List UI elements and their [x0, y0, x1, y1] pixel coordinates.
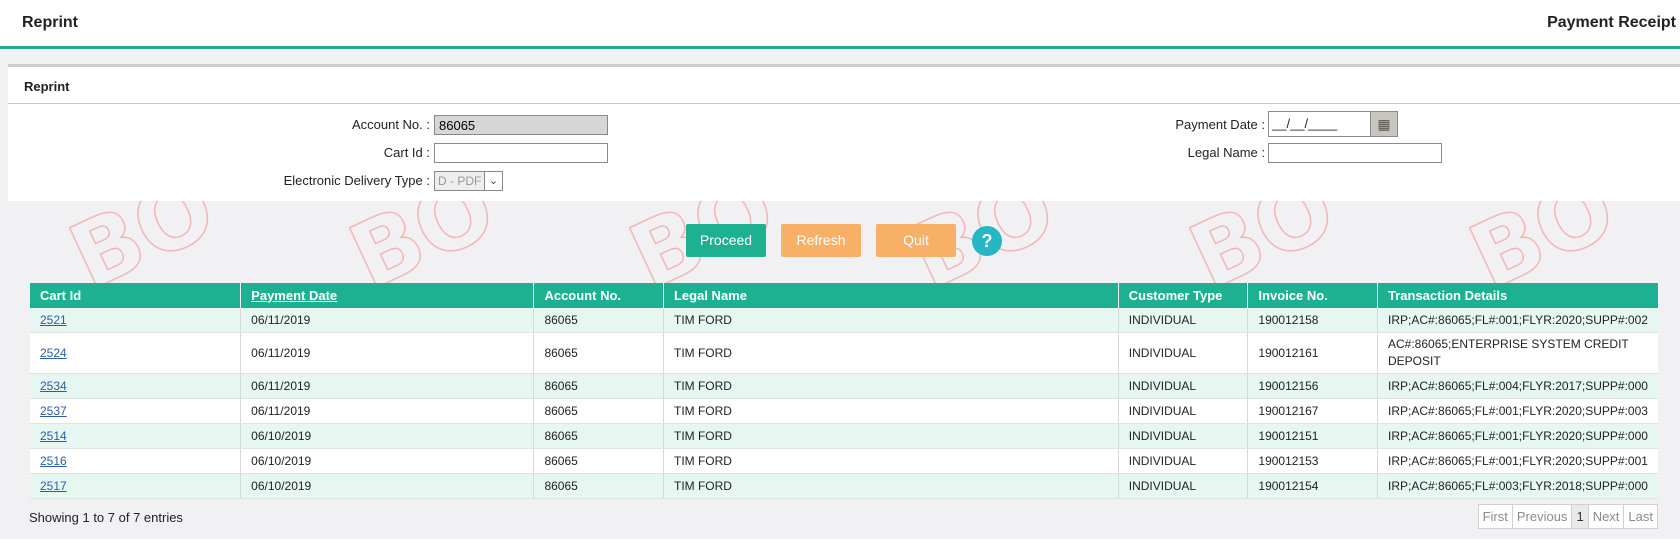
table-row: 2521 06/11/2019 86065 TIM FORD INDIVIDUA…	[30, 308, 1658, 333]
cell-customer-type: INDIVIDUAL	[1118, 373, 1249, 399]
cell-customer-type: INDIVIDUAL	[1118, 332, 1249, 374]
cell-invoice-no: 190012153	[1247, 448, 1378, 474]
calendar-icon[interactable]: ▦	[1370, 112, 1397, 136]
cell-account-no: 86065	[533, 308, 664, 333]
table-row: 2537 06/11/2019 86065 TIM FORD INDIVIDUA…	[30, 398, 1658, 424]
cell-transaction-details: IRP;AC#:86065;FL#:001;FLYR:2020;SUPP#:00…	[1377, 448, 1658, 474]
pagination: First Previous 1 Next Last	[1477, 504, 1658, 529]
cell-legal-name: TIM FORD	[663, 398, 1119, 424]
table-row: 2524 06/11/2019 86065 TIM FORD INDIVIDUA…	[30, 332, 1658, 374]
cell-customer-type: INDIVIDUAL	[1118, 448, 1249, 474]
cell-customer-type: INDIVIDUAL	[1118, 308, 1249, 333]
cell-account-no: 86065	[533, 448, 664, 474]
cell-transaction-details: IRP;AC#:86065;FL#:001;FLYR:2020;SUPP#:00…	[1377, 398, 1658, 424]
cell-payment-date: 06/11/2019	[240, 332, 535, 374]
panel-divider	[8, 103, 1680, 104]
cell-payment-date: 06/10/2019	[240, 423, 535, 449]
cell-account-no: 86065	[533, 373, 664, 399]
cell-invoice-no: 190012167	[1247, 398, 1378, 424]
col-customer-type[interactable]: Customer Type	[1118, 283, 1249, 308]
cell-transaction-details: IRP;AC#:86065;FL#:001;FLYR:2020;SUPP#:00…	[1377, 423, 1658, 449]
cart-id-link[interactable]: 2521	[40, 313, 67, 327]
table-row: 2514 06/10/2019 86065 TIM FORD INDIVIDUA…	[30, 423, 1658, 449]
delivery-type-label: Electronic Delivery Type :	[283, 173, 430, 188]
account-no-field[interactable]	[434, 115, 608, 135]
cell-legal-name: TIM FORD	[663, 423, 1119, 449]
quit-button[interactable]: Quit	[876, 224, 956, 257]
chevron-down-icon[interactable]: ⌄	[484, 172, 502, 190]
table-header-row: Cart Id Payment Date Account No. Legal N…	[30, 283, 1658, 308]
cell-transaction-details: IRP;AC#:86065;FL#:003;FLYR:2018;SUPP#:00…	[1377, 473, 1658, 499]
page-title: Reprint	[22, 14, 78, 31]
col-invoice-no[interactable]: Invoice No.	[1247, 283, 1378, 308]
cell-customer-type: INDIVIDUAL	[1118, 398, 1249, 424]
cell-payment-date: 06/11/2019	[240, 398, 535, 424]
table-row: 2516 06/10/2019 86065 TIM FORD INDIVIDUA…	[30, 448, 1658, 474]
cell-invoice-no: 190012154	[1247, 473, 1378, 499]
cell-payment-date: 06/11/2019	[240, 308, 535, 333]
cell-legal-name: TIM FORD	[663, 373, 1119, 399]
col-payment-date[interactable]: Payment Date	[240, 283, 535, 308]
payment-date-value: __/__/____	[1272, 116, 1338, 131]
col-transaction-details[interactable]: Transaction Details	[1377, 283, 1658, 308]
cell-account-no: 86065	[533, 398, 664, 424]
cell-payment-date: 06/10/2019	[240, 448, 535, 474]
cart-id-link[interactable]: 2516	[40, 454, 67, 468]
legal-name-field[interactable]	[1268, 143, 1442, 163]
cell-invoice-no: 190012156	[1247, 373, 1378, 399]
cell-invoice-no: 190012158	[1247, 308, 1378, 333]
cell-account-no: 86065	[533, 332, 664, 374]
legal-name-label: Legal Name :	[1187, 145, 1265, 160]
table-info: Showing 1 to 7 of 7 entries	[29, 510, 183, 525]
proceed-button[interactable]: Proceed	[686, 224, 766, 257]
cell-legal-name: TIM FORD	[663, 308, 1119, 333]
account-no-label: Account No. :	[351, 117, 430, 132]
pager-current[interactable]: 1	[1572, 505, 1589, 528]
cell-account-no: 86065	[533, 423, 664, 449]
delivery-type-value: D - PDF	[438, 174, 482, 188]
cell-legal-name: TIM FORD	[663, 473, 1119, 499]
delivery-type-select[interactable]: D - PDF ⌄	[434, 171, 503, 191]
cell-customer-type: INDIVIDUAL	[1118, 473, 1249, 499]
cell-transaction-details: IRP;AC#:86065;FL#:004;FLYR:2017;SUPP#:00…	[1377, 373, 1658, 399]
table-row: 2534 06/11/2019 86065 TIM FORD INDIVIDUA…	[30, 373, 1658, 399]
col-account-no[interactable]: Account No.	[533, 283, 664, 308]
pager-last[interactable]: Last	[1624, 505, 1657, 528]
cell-transaction-details: AC#:86065;ENTERPRISE SYSTEM CREDIT DEPOS…	[1377, 332, 1658, 374]
top-bar: Reprint Payment Receipt	[0, 0, 1680, 49]
cell-invoice-no: 190012151	[1247, 423, 1378, 449]
module-title: Payment Receipt	[1547, 14, 1676, 31]
cell-payment-date: 06/10/2019	[240, 473, 535, 499]
payment-date-label: Payment Date :	[1175, 117, 1265, 132]
table-row: 2517 06/10/2019 86065 TIM FORD INDIVIDUA…	[30, 473, 1658, 499]
cell-account-no: 86065	[533, 473, 664, 499]
pager-previous[interactable]: Previous	[1513, 505, 1573, 528]
cell-invoice-no: 190012161	[1247, 332, 1378, 374]
cart-id-link[interactable]: 2524	[40, 346, 67, 360]
cart-id-link[interactable]: 2537	[40, 404, 67, 418]
pager-first[interactable]: First	[1479, 505, 1513, 528]
cell-legal-name: TIM FORD	[663, 448, 1119, 474]
help-icon[interactable]: ?	[972, 226, 1002, 256]
cart-id-field[interactable]	[434, 143, 608, 163]
payment-date-field[interactable]: __/__/____ ▦	[1268, 111, 1398, 137]
col-legal-name[interactable]: Legal Name	[663, 283, 1119, 308]
cart-id-link[interactable]: 2514	[40, 429, 67, 443]
cell-payment-date: 06/11/2019	[240, 373, 535, 399]
cell-legal-name: TIM FORD	[663, 332, 1119, 374]
cell-transaction-details: IRP;AC#:86065;FL#:001;FLYR:2020;SUPP#:00…	[1377, 308, 1658, 333]
panel-title: Reprint	[24, 79, 70, 94]
cart-id-link[interactable]: 2534	[40, 379, 67, 393]
cart-id-label: Cart Id :	[383, 145, 430, 160]
pager-next[interactable]: Next	[1589, 505, 1625, 528]
col-cart-id[interactable]: Cart Id	[30, 283, 242, 308]
cart-id-link[interactable]: 2517	[40, 479, 67, 493]
receipts-table: Cart Id Payment Date Account No. Legal N…	[30, 283, 1658, 499]
refresh-button[interactable]: Refresh	[781, 224, 861, 257]
cell-customer-type: INDIVIDUAL	[1118, 423, 1249, 449]
